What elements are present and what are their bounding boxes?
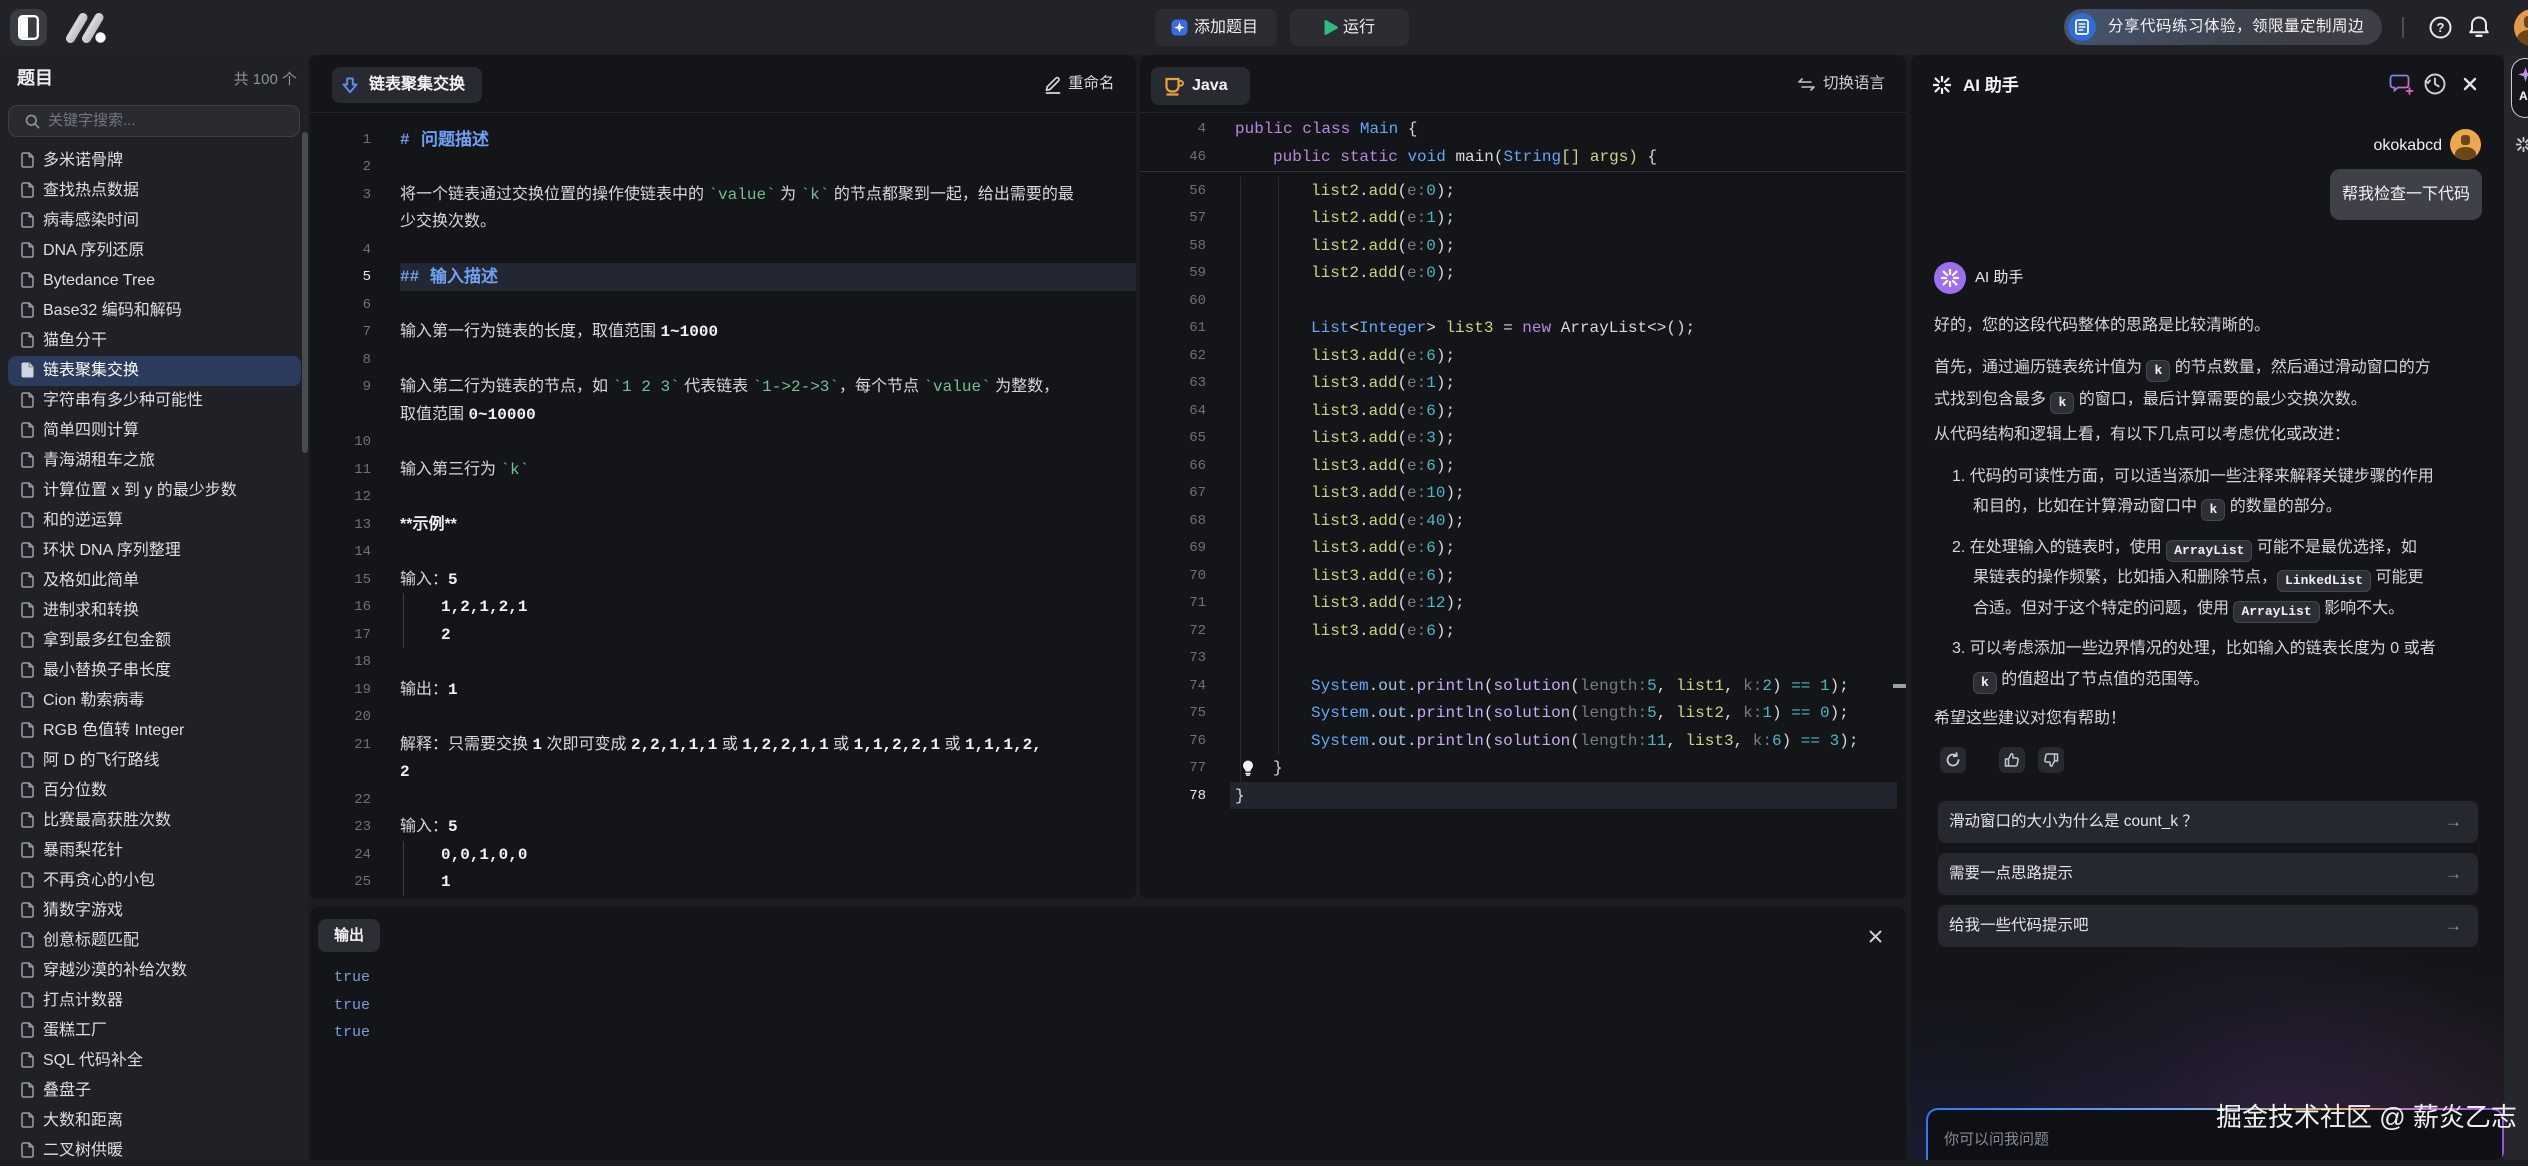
svg-text:?: ?: [2437, 20, 2445, 35]
